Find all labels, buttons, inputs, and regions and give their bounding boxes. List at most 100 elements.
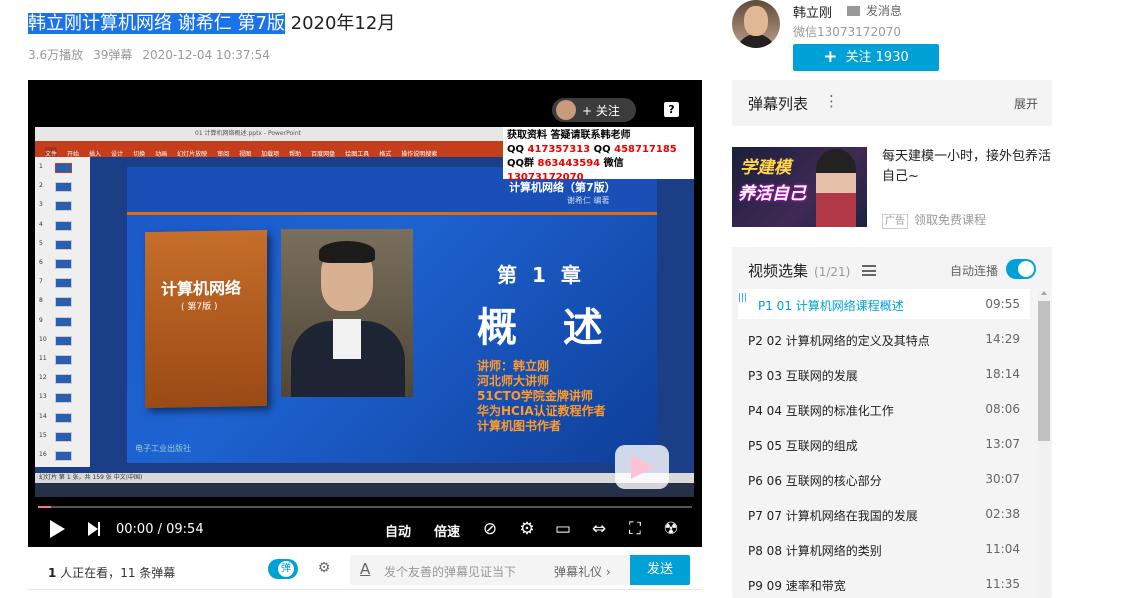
help-icon[interactable]: ? — [664, 102, 679, 117]
send-button[interactable]: 发送 — [630, 555, 690, 585]
ad-image-text: 养活自己 — [738, 184, 806, 204]
player-avatar — [556, 100, 576, 120]
chapter-title: 概 述 — [477, 305, 619, 351]
episode-item[interactable]: P9 09 速率和带宽 11:35 — [738, 569, 1030, 598]
lecturer-line: 华为HCIA认证教程作者 — [477, 404, 606, 418]
slide: 计算机网络（第7版） 谢希仁 编著 计算机网络 ( 第7版 ) 第 1 章 概 … — [127, 167, 657, 463]
episode-duration: 08:06 — [985, 402, 1020, 416]
episode-duration: 11:04 — [985, 542, 1020, 556]
fullscreen-icon[interactable]: ☢ — [661, 519, 681, 539]
slide-thumb-number: 12 — [39, 374, 47, 382]
play-overlay-icon[interactable] — [615, 445, 669, 489]
widescreen-icon[interactable]: ⇔ — [589, 519, 609, 539]
time-display: 00:00 / 09:54 — [116, 522, 204, 537]
page: 韩立刚计算机网络 谢希仁 第7版 2020年12月 3.6万播放 39弹幕 2020… — [0, 0, 1125, 598]
ppt-ribbon-tab: 格式 — [379, 151, 392, 158]
episode-label: P8 08 计算机网络的类别 — [748, 544, 882, 558]
episode-scrollbar[interactable] — [1038, 291, 1050, 598]
episode-item[interactable]: P8 08 计算机网络的类别 11:04 — [738, 534, 1030, 564]
next-icon[interactable] — [88, 522, 98, 536]
ppt-ribbon-tab: 加载项 — [261, 151, 280, 158]
danmaku-settings-icon[interactable]: ⚙ — [314, 560, 334, 578]
danmaku-off-icon[interactable]: ⊘ — [480, 519, 500, 539]
episode-duration: 13:07 — [985, 437, 1020, 451]
ad-image-text: 学建模 — [740, 158, 791, 178]
episode-label: P2 02 计算机网络的定义及其特点 — [748, 334, 930, 348]
player-follow-label: + 关注 — [582, 103, 620, 118]
ad-text[interactable]: 每天建模一小时，接外包养活自己~ — [882, 147, 1052, 187]
slide-thumb-number: 14 — [39, 412, 47, 420]
ppt-ribbon-tab: 百度网盘 — [311, 151, 336, 158]
episode-item[interactable]: P7 07 计算机网络在我国的发展 02:38 — [738, 499, 1030, 529]
danmaku-etiquette-link[interactable]: 弹幕礼仪 › — [554, 563, 611, 580]
slide-thumbnail — [55, 201, 72, 212]
episode-label: P9 09 速率和带宽 — [748, 579, 846, 593]
slide-thumbnail — [55, 316, 72, 327]
book-title: 计算机网络 — [161, 278, 242, 299]
slide-thumb-number: 16 — [39, 451, 47, 458]
slide-thumb-number: 5 — [39, 239, 43, 247]
episode-item[interactable]: P2 02 计算机网络的定义及其特点 14:29 — [738, 324, 1030, 354]
episode-item[interactable]: ||| P1 01 计算机网络课程概述 09:55 — [738, 289, 1030, 319]
ad-image[interactable]: 学建模 养活自己 — [732, 147, 867, 227]
slide-thumbnail — [55, 259, 72, 269]
slide-thumb-number: 2 — [39, 182, 43, 190]
episode-item[interactable]: P5 05 互联网的组成 13:07 — [738, 429, 1030, 459]
more-icon[interactable]: ⋮ — [824, 92, 839, 110]
autoplay-toggle[interactable] — [1006, 259, 1036, 279]
episode-label: P1 01 计算机网络课程概述 — [758, 299, 904, 313]
ppt-ribbon-tab: 审阅 — [217, 151, 230, 158]
web-fullscreen-icon[interactable]: ⛶ — [625, 519, 645, 539]
slide-header-author: 谢希仁 编著 — [567, 196, 610, 205]
video-frame[interactable]: 01 计算机网络概述.pptx - PowerPoint 文件 开始 插入 设计 切换动… — [35, 127, 694, 497]
slide-thumbnail — [55, 182, 72, 193]
play-icon[interactable] — [50, 520, 65, 538]
speed-button[interactable]: 倍速 — [434, 521, 460, 540]
lecturer-line: 讲师：韩立刚 — [477, 359, 550, 373]
chapter-number: 第 1 章 — [497, 263, 585, 287]
slide-thumbnail — [55, 239, 72, 250]
slide-thumb-number: 8 — [39, 297, 43, 305]
episode-title: 视频选集 (1/21) — [748, 262, 851, 280]
viewer-status: 1 人正在看，11 条弹幕 — [48, 566, 176, 580]
danmaku-toggle[interactable]: 弹 — [268, 559, 298, 579]
danmaku-list-header[interactable]: 弹幕列表 ⋮ 展开 — [732, 80, 1052, 126]
windows-taskbar — [35, 483, 694, 497]
episode-label: P5 05 互联网的组成 — [748, 439, 858, 453]
danmaku-input[interactable]: A 发个友善的弹幕见证当下 弹幕礼仪 › — [350, 555, 630, 585]
episode-item[interactable]: P3 03 互联网的发展 18:14 — [738, 359, 1030, 389]
episode-item[interactable]: P6 06 互联网的核心部分 30:07 — [738, 464, 1030, 494]
follow-button[interactable]: + 关注 1930 — [793, 44, 939, 71]
ppt-status-bar: 幻灯片 第 1 张，共 159 张 中文(中国) — [35, 473, 694, 483]
message-button[interactable]: 发消息 — [847, 2, 902, 19]
ad-link[interactable]: 领取免费课程 — [914, 213, 986, 227]
gear-icon[interactable]: ⚙ — [517, 519, 537, 539]
list-icon[interactable] — [862, 265, 876, 276]
player-follow-button[interactable]: + 关注 — [552, 98, 636, 122]
ppt-ribbon-tab: 设计 — [111, 151, 124, 158]
episode-label: P6 06 互联网的核心部分 — [748, 474, 882, 488]
episode-duration: 14:29 — [985, 332, 1020, 346]
slide-thumb-number: 7 — [39, 278, 43, 286]
progress-fill — [38, 506, 52, 508]
episode-duration: 11:35 — [985, 577, 1020, 591]
video-player[interactable]: + 关注 ? 01 计算机网络概述.pptx - PowerPoint 文件 开始… — [28, 80, 702, 547]
contact-overlay: 获取资料 答疑请联系韩老师 QQ 417357313 QQ 458717185 … — [503, 127, 694, 183]
slide-thumb-number: 9 — [39, 316, 43, 324]
lecturer-info: 讲师：韩立刚 河北师大讲师 51CTO学院金牌讲师 华为HCIA认证教程作者 计… — [477, 359, 606, 434]
slide-thumbnail — [55, 278, 72, 289]
uploader-name[interactable]: 韩立刚 — [793, 2, 832, 21]
quality-button[interactable]: 自动 — [385, 521, 411, 540]
danmaku-count: 39弹幕 — [93, 48, 133, 62]
danmaku-placeholder: 发个友善的弹幕见证当下 — [384, 565, 517, 579]
progress-bar[interactable] — [38, 506, 692, 508]
danmaku-style-icon[interactable]: A — [360, 560, 370, 578]
episode-item[interactable]: P4 04 互联网的标准化工作 08:06 — [738, 394, 1030, 424]
uploader-avatar[interactable] — [732, 0, 780, 48]
danmaku-toggle-label: 弹 — [278, 561, 294, 577]
expand-button[interactable]: 展开 — [1014, 95, 1038, 112]
slide-thumbnail — [55, 163, 72, 173]
ppt-ribbon-tab: 插入 — [89, 151, 102, 158]
slide-thumbnail — [55, 374, 72, 385]
pip-icon[interactable]: ▭ — [553, 519, 573, 539]
